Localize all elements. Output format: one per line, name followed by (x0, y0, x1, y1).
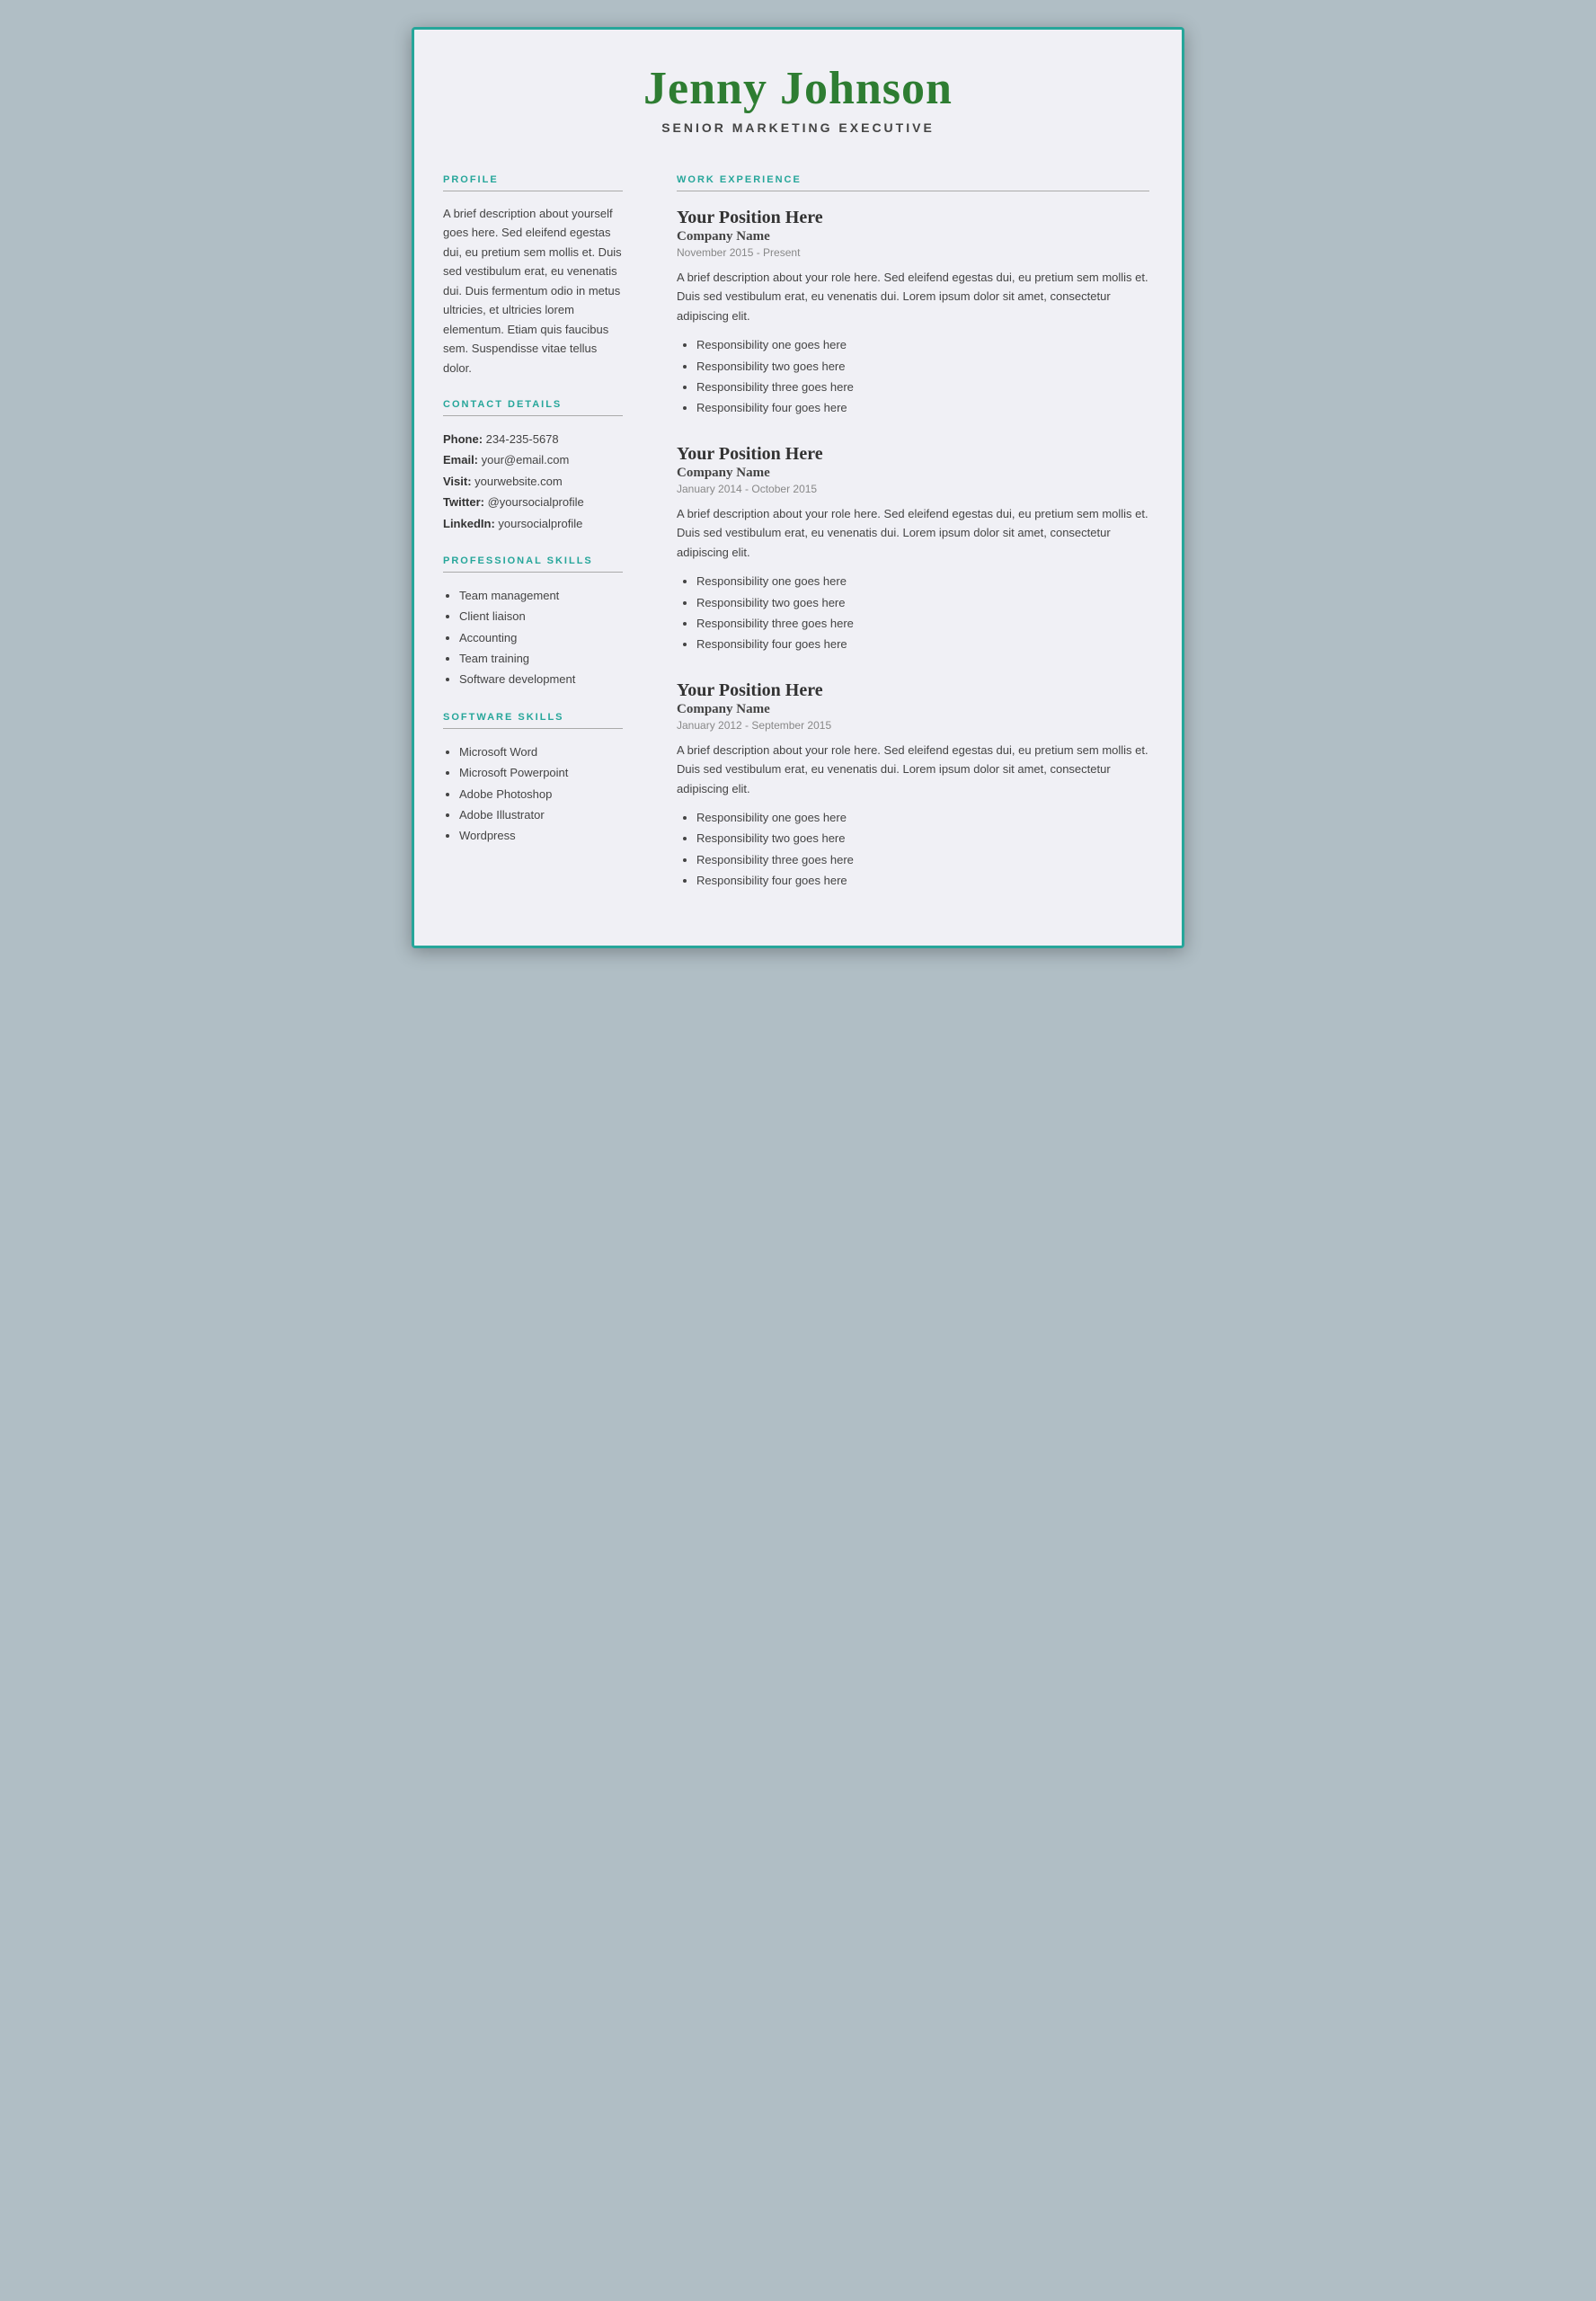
list-item: Accounting (459, 627, 623, 648)
list-item: Software development (459, 669, 623, 689)
left-column: PROFILE A brief description about yourse… (414, 153, 648, 946)
linkedin-value: yoursocialprofile (498, 517, 582, 530)
soft-skills-list: Microsoft Word Microsoft Powerpoint Adob… (443, 742, 623, 847)
work-entry-2: Your Position Here Company Name January … (677, 444, 1149, 655)
list-item: Wordpress (459, 825, 623, 846)
phone-value: 234-235-5678 (486, 432, 559, 446)
job-1-position: Your Position Here (677, 208, 1149, 228)
resume-document: Jenny Johnson SENIOR MARKETING EXECUTIVE… (412, 27, 1184, 948)
soft-skills-divider (443, 728, 623, 729)
job-2-position: Your Position Here (677, 444, 1149, 465)
candidate-title: SENIOR MARKETING EXECUTIVE (450, 120, 1146, 135)
list-item: Responsibility one goes here (696, 807, 1149, 828)
prof-skills-section: PROFESSIONAL SKILLS Team management Clie… (443, 555, 623, 690)
email-label: Email: (443, 453, 482, 466)
list-item: Responsibility one goes here (696, 334, 1149, 355)
prof-skills-label: PROFESSIONAL SKILLS (443, 555, 623, 566)
prof-skills-list: Team management Client liaison Accountin… (443, 585, 623, 690)
list-item: Microsoft Word (459, 742, 623, 762)
job-3-dates: January 2012 - September 2015 (677, 719, 1149, 732)
list-item: Responsibility four goes here (696, 634, 1149, 654)
list-item: Client liaison (459, 606, 623, 626)
profile-section: PROFILE A brief description about yourse… (443, 174, 623, 378)
job-3-position: Your Position Here (677, 680, 1149, 701)
job-2-responsibilities: Responsibility one goes here Responsibil… (677, 571, 1149, 655)
work-experience-label: WORK EXPERIENCE (677, 174, 1149, 185)
soft-skills-section: SOFTWARE SKILLS Microsoft Word Microsoft… (443, 712, 623, 847)
job-2-description: A brief description about your role here… (677, 504, 1149, 562)
job-1-dates: November 2015 - Present (677, 246, 1149, 259)
website-value: yourwebsite.com (474, 475, 563, 488)
contact-divider (443, 415, 623, 416)
list-item: Responsibility three goes here (696, 613, 1149, 634)
profile-text: A brief description about yourself goes … (443, 204, 623, 378)
list-item: Responsibility three goes here (696, 377, 1149, 397)
list-item: Responsibility two goes here (696, 592, 1149, 613)
work-entry-1: Your Position Here Company Name November… (677, 208, 1149, 419)
resume-body: PROFILE A brief description about yourse… (414, 153, 1182, 946)
right-column: WORK EXPERIENCE Your Position Here Compa… (648, 153, 1182, 946)
website-label: Visit: (443, 475, 474, 488)
profile-label: PROFILE (443, 174, 623, 185)
twitter-value: @yoursocialprofile (488, 495, 584, 509)
twitter-label: Twitter: (443, 495, 488, 509)
contact-phone: Phone: 234-235-5678 (443, 429, 623, 449)
list-item: Responsibility two goes here (696, 828, 1149, 848)
job-3-responsibilities: Responsibility one goes here Responsibil… (677, 807, 1149, 892)
phone-label: Phone: (443, 432, 486, 446)
contact-linkedin: LinkedIn: yoursocialprofile (443, 513, 623, 534)
contact-section: CONTACT DETAILS Phone: 234-235-5678 Emai… (443, 399, 623, 534)
list-item: Microsoft Powerpoint (459, 762, 623, 783)
resume-header: Jenny Johnson SENIOR MARKETING EXECUTIVE (414, 30, 1182, 153)
job-1-responsibilities: Responsibility one goes here Responsibil… (677, 334, 1149, 419)
list-item: Responsibility three goes here (696, 849, 1149, 870)
job-2-company: Company Name (677, 466, 1149, 481)
work-entry-3: Your Position Here Company Name January … (677, 680, 1149, 892)
contact-email: Email: your@email.com (443, 449, 623, 470)
list-item: Responsibility four goes here (696, 870, 1149, 891)
list-item: Team training (459, 648, 623, 669)
list-item: Team management (459, 585, 623, 606)
list-item: Adobe Photoshop (459, 784, 623, 804)
job-2-dates: January 2014 - October 2015 (677, 483, 1149, 495)
linkedin-label: LinkedIn: (443, 517, 498, 530)
soft-skills-label: SOFTWARE SKILLS (443, 712, 623, 723)
list-item: Responsibility two goes here (696, 356, 1149, 377)
job-3-company: Company Name (677, 702, 1149, 717)
contact-website: Visit: yourwebsite.com (443, 471, 623, 492)
email-value: your@email.com (482, 453, 570, 466)
job-3-description: A brief description about your role here… (677, 741, 1149, 798)
contact-twitter: Twitter: @yoursocialprofile (443, 492, 623, 512)
list-item: Responsibility one goes here (696, 571, 1149, 591)
list-item: Responsibility four goes here (696, 397, 1149, 418)
job-1-description: A brief description about your role here… (677, 268, 1149, 325)
list-item: Adobe Illustrator (459, 804, 623, 825)
job-1-company: Company Name (677, 229, 1149, 244)
candidate-name: Jenny Johnson (450, 62, 1146, 115)
prof-skills-divider (443, 572, 623, 573)
contact-label: CONTACT DETAILS (443, 399, 623, 410)
